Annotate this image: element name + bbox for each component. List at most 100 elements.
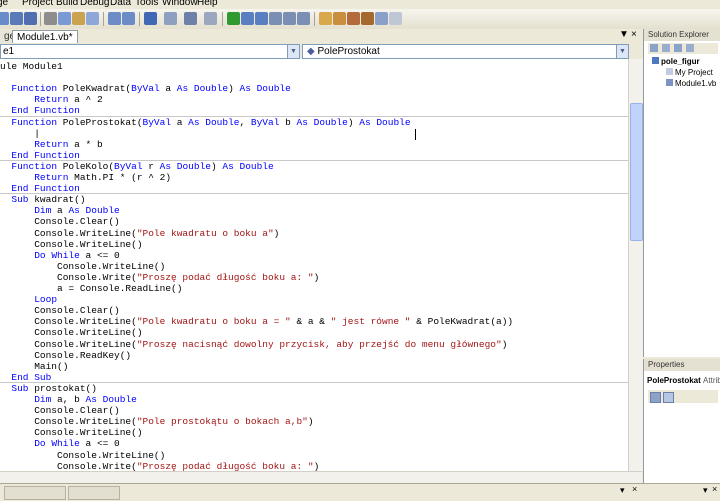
code-editor[interactable]: ule Module1 Function PoleKwadrat(ByVal a… <box>0 59 628 471</box>
copy-icon[interactable] <box>58 12 71 25</box>
vertical-scrollbar[interactable] <box>628 59 643 471</box>
code-line[interactable]: Main() <box>0 361 68 372</box>
paste-icon[interactable] <box>72 12 85 25</box>
code-line[interactable]: Return a * b <box>0 139 102 150</box>
method-name-value: PoleProstokat <box>317 46 380 57</box>
code-line[interactable]: Console.Clear() <box>0 305 120 316</box>
stop-icon[interactable] <box>255 12 268 25</box>
pause-icon[interactable] <box>241 12 254 25</box>
error-list-tab[interactable] <box>68 486 120 500</box>
code-line[interactable]: Return Math.PI * (r ^ 2) <box>0 172 171 183</box>
menu-item-debug[interactable]: Debug <box>80 0 109 8</box>
code-line[interactable]: Console.WriteLine("Proszę nacisnąć dowol… <box>0 339 507 350</box>
code-line[interactable]: Function PoleKwadrat(ByVal a As Double) … <box>0 83 290 94</box>
open-icon[interactable] <box>0 12 9 25</box>
properties-object-selector[interactable]: PoleProstokat Attrib <box>647 376 720 386</box>
code-line[interactable]: Console.WriteLine() <box>0 327 142 338</box>
code-line[interactable]: Console.WriteLine() <box>0 427 142 438</box>
scrollbar-thumb[interactable] <box>630 103 643 241</box>
code-line[interactable]: Console.WriteLine() <box>0 239 142 250</box>
code-line[interactable]: Console.ReadKey() <box>0 350 131 361</box>
close-icon[interactable]: × <box>632 484 637 494</box>
code-line[interactable]: Console.WriteLine("Pole kwadratu o boku … <box>0 316 513 327</box>
menu-item-tools[interactable]: Tools <box>135 0 158 8</box>
navigate-icon[interactable] <box>184 12 197 25</box>
close-tab-button[interactable]: × <box>631 29 637 40</box>
find-icon[interactable] <box>86 12 99 25</box>
properties-icon[interactable] <box>333 12 346 25</box>
code-line[interactable]: | <box>0 128 40 139</box>
step-into-icon[interactable] <box>269 12 282 25</box>
step-out-icon[interactable] <box>297 12 310 25</box>
code-line[interactable]: Loop <box>0 294 57 305</box>
code-line[interactable]: a = Console.ReadLine() <box>0 283 182 294</box>
procedure-separator <box>0 193 628 195</box>
options-icon[interactable] <box>375 12 388 25</box>
properties-icon[interactable] <box>650 44 658 52</box>
save-icon[interactable] <box>10 12 23 25</box>
code-line[interactable]: Console.WriteLine() <box>0 450 165 461</box>
code-line[interactable]: Dim a, b As Double <box>0 394 137 405</box>
menu-item-view[interactable]: ge <box>0 0 8 8</box>
view-code-icon[interactable] <box>686 44 694 52</box>
code-line[interactable]: Console.WriteLine("Pole prostokątu o bok… <box>0 416 313 427</box>
code-line[interactable]: Console.Clear() <box>0 405 120 416</box>
categorized-icon[interactable] <box>650 392 661 403</box>
step-over-icon[interactable] <box>283 12 296 25</box>
menu-item-window[interactable]: Window <box>162 0 198 8</box>
menu-item-project[interactable]: Project <box>22 0 53 8</box>
output-window-tab[interactable] <box>4 486 66 500</box>
close-icon[interactable]: × <box>712 484 717 494</box>
toolbar-separator <box>314 12 315 26</box>
class-name-combo[interactable]: e1 ▼ <box>0 44 300 59</box>
uncomment-icon[interactable] <box>122 12 135 25</box>
object-browser-icon[interactable] <box>347 12 360 25</box>
toolbox-icon[interactable] <box>361 12 374 25</box>
solution-explorer-icon[interactable] <box>319 12 332 25</box>
menu-item-build[interactable]: Build <box>56 0 78 8</box>
comment-icon[interactable] <box>108 12 121 25</box>
more-icon[interactable] <box>389 12 402 25</box>
window-dropdown-icon[interactable]: ▾ <box>620 485 625 496</box>
save-all-icon[interactable] <box>24 12 37 25</box>
code-line[interactable]: Console.WriteLine() <box>0 261 165 272</box>
code-line[interactable]: Return a ^ 2 <box>0 94 102 105</box>
code-line[interactable]: Do While a <= 0 <box>0 250 120 261</box>
code-line[interactable]: Dim a As Double <box>0 205 120 216</box>
code-line[interactable]: Sub prostokat() <box>0 383 97 394</box>
code-line[interactable]: Do While a <= 0 <box>0 438 120 449</box>
menu-item-data[interactable]: Data <box>110 0 131 8</box>
alphabetical-icon[interactable] <box>663 392 674 403</box>
code-line[interactable]: Console.Clear() <box>0 216 120 227</box>
chevron-down-icon[interactable]: ▼ <box>287 45 299 58</box>
module-node[interactable]: Module1.vb <box>666 79 716 89</box>
code-line[interactable]: ule Module1 <box>0 61 63 72</box>
window-dropdown-icon[interactable]: ▾ <box>703 485 708 496</box>
chevron-down-icon[interactable]: ▼ <box>616 45 628 58</box>
code-line[interactable]: Console.Write("Proszę podać długość boku… <box>0 461 319 471</box>
show-all-files-icon[interactable] <box>662 44 670 52</box>
project-node[interactable]: pole_figur <box>652 57 700 67</box>
redo-icon[interactable] <box>164 12 177 25</box>
start-debug-icon[interactable] <box>227 12 240 25</box>
navigate-forward-icon[interactable] <box>204 12 217 25</box>
code-line[interactable]: Sub kwadrat() <box>0 194 85 205</box>
undo-icon[interactable] <box>144 12 157 25</box>
tab-list-dropdown[interactable]: ▼ <box>619 29 629 40</box>
cut-icon[interactable] <box>44 12 57 25</box>
menu-item-help[interactable]: Help <box>197 0 218 8</box>
tab-module1[interactable]: Module1.vb* <box>12 30 78 44</box>
vb-project-icon <box>652 57 659 64</box>
code-line[interactable]: Console.WriteLine("Pole kwadratu o boku … <box>0 228 279 239</box>
method-icon: ◆ <box>307 46 315 57</box>
refresh-icon[interactable] <box>674 44 682 52</box>
method-name-combo[interactable]: ◆ PoleProstokat ▼ <box>302 44 629 59</box>
toolbar-separator <box>222 12 223 26</box>
toolbar-separator <box>139 12 140 26</box>
code-line[interactable]: Function PoleProstokat(ByVal a As Double… <box>0 117 410 128</box>
my-project-node[interactable]: My Project <box>666 68 713 78</box>
my-project-label: My Project <box>675 68 713 77</box>
code-line[interactable]: Console.Write("Proszę podać długość boku… <box>0 272 319 283</box>
standard-toolbar <box>0 9 720 30</box>
code-line[interactable]: Function PoleKolo(ByVal r As Double) As … <box>0 161 273 172</box>
